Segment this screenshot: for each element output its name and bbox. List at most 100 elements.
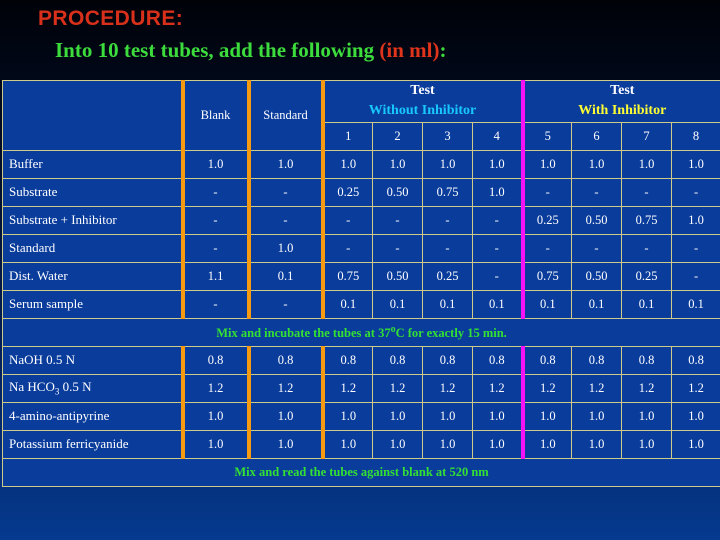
cell-tube-3: 1.0 [422, 401, 473, 431]
cell-tube-5: - [520, 233, 572, 263]
cell-tube-5: 1.2 [520, 373, 572, 403]
cell-tube-8: 1.0 [670, 401, 720, 431]
cell-tube-5: 0.8 [520, 345, 572, 375]
page-subtitle: Into 10 test tubes, add the following (i… [55, 38, 446, 63]
row-label-post: 0.5 N [59, 379, 92, 395]
cell-tube-2: 0.8 [372, 345, 423, 375]
cell-tube-3: 1.0 [422, 429, 473, 459]
cell-tube-1: - [320, 233, 373, 263]
cell-standard: 1.0 [248, 401, 325, 431]
cell-tube-8: 1.0 [670, 149, 720, 179]
cell-tube-5: 1.0 [520, 401, 572, 431]
cell-tube-8: - [670, 233, 720, 263]
cell-tube-7: 1.0 [621, 149, 672, 179]
cell-tube-7: 0.25 [621, 261, 672, 291]
cell-tube-5: 0.25 [520, 205, 572, 235]
cell-tube-4: 0.1 [472, 289, 523, 319]
cell-tube-3: 0.25 [422, 261, 473, 291]
table-row: Potassium ferricyanide 1.0 1.0 1.0 1.0 1… [2, 429, 720, 459]
cell-tube-2: - [372, 205, 423, 235]
group-right-main-label: Test [610, 83, 635, 98]
cell-blank: - [180, 289, 251, 319]
cell-tube-7: 0.8 [621, 345, 672, 375]
cell-tube-5: - [520, 177, 572, 207]
cell-blank: 0.8 [180, 345, 251, 375]
table-header-row-groups: Blank Standard Test Without Inhibitor Te… [2, 80, 720, 151]
cell-blank: - [180, 205, 251, 235]
read-banner: Mix and read the tubes against blank at … [1, 457, 720, 487]
cell-tube-4: 1.0 [472, 177, 523, 207]
cell-tube-7: 1.0 [621, 401, 672, 431]
cell-blank: - [180, 233, 251, 263]
procedure-table: Blank Standard Test Without Inhibitor Te… [1, 80, 720, 487]
cell-tube-2: 1.0 [372, 429, 423, 459]
cell-tube-4: 1.0 [472, 149, 523, 179]
table-row: NaOH 0.5 N 0.8 0.8 0.8 0.8 0.8 0.8 0.8 0… [2, 345, 720, 375]
cell-tube-3: - [422, 233, 473, 263]
cell-tube-4: 1.0 [472, 429, 523, 459]
row-label-pre: Na HCO [9, 379, 55, 395]
cell-tube-6: 1.0 [571, 429, 622, 459]
cell-standard: - [248, 289, 325, 319]
cell-tube-6: 0.8 [571, 345, 622, 375]
cell-tube-3: 0.75 [422, 177, 473, 207]
cell-tube-2: 1.2 [372, 373, 423, 403]
cell-tube-8: - [670, 177, 720, 207]
cell-tube-1: 0.8 [320, 345, 373, 375]
cell-tube-7: - [621, 233, 672, 263]
subtitle-tail: : [439, 38, 447, 62]
cell-tube-5: 1.0 [520, 149, 572, 179]
row-label: Na HCO3 0.5 N [2, 373, 183, 403]
row-label-pre: 4-amino-antipyrine [9, 408, 110, 424]
cell-tube-2: 0.50 [372, 261, 423, 291]
table-row: Dist. Water 1.1 0.1 0.75 0.50 0.25 - 0.7… [2, 261, 720, 291]
cell-blank: 1.1 [180, 261, 251, 291]
cell-tube-6: 0.50 [571, 261, 622, 291]
incubate-banner-row: Mix and incubate the tubes at 37oC for e… [1, 317, 720, 347]
cell-standard: 0.1 [248, 261, 325, 291]
table-row: Substrate - - 0.25 0.50 0.75 1.0 - - - - [2, 177, 720, 207]
cell-tube-8: 0.8 [670, 345, 720, 375]
cell-tube-7: 1.0 [621, 429, 672, 459]
cell-tube-3: 0.8 [422, 345, 473, 375]
cell-tube-2: 1.0 [372, 149, 423, 179]
row-label: Serum sample [2, 289, 183, 319]
title-block: PROCEDURE: Into 10 test tubes, add the f… [0, 0, 720, 78]
cell-blank: 1.2 [180, 373, 251, 403]
cell-blank: 1.0 [180, 149, 251, 179]
cell-tube-5: 1.0 [520, 429, 572, 459]
cell-tube-3: 1.2 [422, 373, 473, 403]
header-tube-3: 3 [422, 121, 473, 151]
table-row: 4-amino-antipyrine 1.0 1.0 1.0 1.0 1.0 1… [2, 401, 720, 431]
cell-tube-1: 1.0 [320, 429, 373, 459]
cell-tube-6: - [571, 233, 622, 263]
row-label: NaOH 0.5 N [2, 345, 183, 375]
cell-tube-3: 1.0 [422, 149, 473, 179]
row-label: Buffer [2, 149, 183, 179]
cell-tube-7: 1.2 [621, 373, 672, 403]
header-group-without-inhibitor: Test Without Inhibitor [320, 80, 523, 123]
cell-tube-4: 1.2 [472, 373, 523, 403]
subtitle-main: Into 10 test tubes, add the following [55, 38, 380, 62]
cell-tube-2: - [372, 233, 423, 263]
cell-standard: 1.0 [248, 233, 325, 263]
row-label-pre: NaOH 0.5 N [9, 352, 76, 368]
cell-tube-4: - [472, 205, 523, 235]
cell-tube-6: 1.2 [571, 373, 622, 403]
cell-tube-7: 0.75 [621, 205, 672, 235]
cell-blank: - [180, 177, 251, 207]
group-right-sub-label: With Inhibitor [578, 103, 667, 119]
header-tube-6: 6 [571, 121, 622, 151]
cell-tube-1: 1.0 [320, 149, 373, 179]
cell-standard: 1.0 [248, 429, 325, 459]
header-tube-2: 2 [372, 121, 423, 151]
cell-tube-2: 1.0 [372, 401, 423, 431]
cell-tube-5: 0.75 [520, 261, 572, 291]
cell-tube-8: 0.1 [670, 289, 720, 319]
cell-tube-1: 1.2 [320, 373, 373, 403]
table-row: Buffer 1.0 1.0 1.0 1.0 1.0 1.0 1.0 1.0 1… [2, 149, 720, 179]
table-row: Substrate + Inhibitor - - - - - - 0.25 0… [2, 205, 720, 235]
cell-tube-1: 0.25 [320, 177, 373, 207]
header-corner-cell [2, 80, 183, 151]
group-left-sub-label: Without Inhibitor [368, 103, 477, 119]
